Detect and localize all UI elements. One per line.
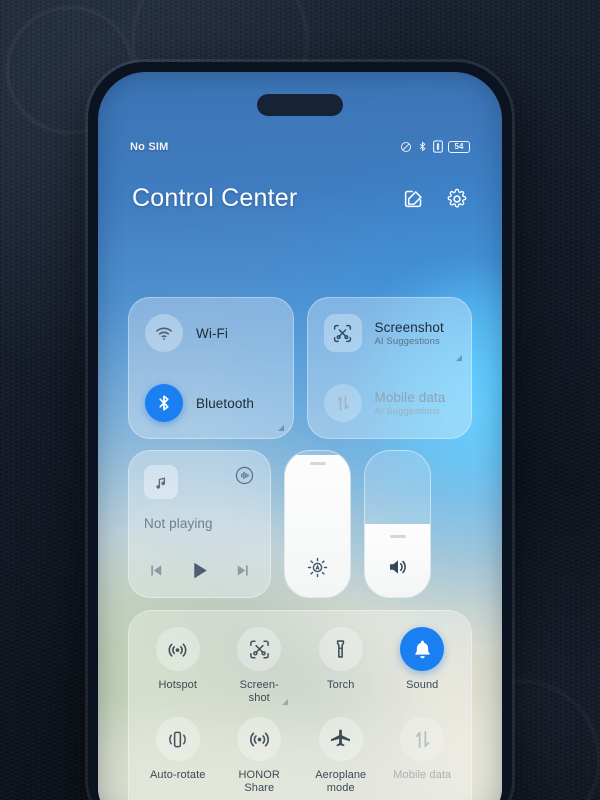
bluetooth-icon bbox=[145, 384, 183, 422]
aeroplane-icon bbox=[318, 717, 363, 761]
phone-screen: No SIM 54 Control Center Wi-Fi Bluetooth… bbox=[98, 72, 502, 800]
screenshot-icon bbox=[323, 314, 362, 352]
honor-share-icon bbox=[237, 717, 282, 761]
settings-icon[interactable] bbox=[446, 188, 468, 210]
toggle-honor-share[interactable]: HONOR Share bbox=[219, 717, 301, 799]
torch-icon bbox=[318, 627, 363, 671]
auto-rotate-icon bbox=[155, 717, 200, 761]
toggle-mobile-data[interactable]: Mobile data bbox=[382, 717, 464, 799]
expand-arrow-icon[interactable] bbox=[282, 699, 288, 705]
music-note-icon bbox=[144, 465, 178, 499]
connectivity-card-left: Wi-Fi Bluetooth bbox=[128, 297, 294, 439]
mobile-data-icon bbox=[400, 717, 445, 761]
phone-device: No SIM 54 Control Center Wi-Fi Bluetooth… bbox=[88, 62, 512, 800]
tile-screenshot-sublabel: AI Suggestions bbox=[374, 335, 440, 347]
quick-toggles-grid: Hotspot Screen- shot Torch Sound Auto-ro… bbox=[137, 627, 463, 799]
previous-track-icon[interactable] bbox=[147, 561, 166, 580]
connectivity-panel: Wi-Fi Bluetooth Screenshot AI Suggestion… bbox=[98, 297, 502, 439]
tile-wifi-text: Wi-Fi bbox=[196, 326, 228, 341]
play-icon[interactable] bbox=[187, 558, 212, 583]
toggle-screenshot-label: Screen- shot bbox=[239, 679, 279, 704]
tile-wifi-label: Wi-Fi bbox=[196, 325, 228, 341]
volume-slider[interactable] bbox=[364, 450, 431, 598]
status-icons: 54 bbox=[400, 140, 470, 153]
control-center-header: Control Center bbox=[98, 184, 502, 213]
tile-mobile-data-label: Mobile data bbox=[374, 389, 446, 405]
tile-mobile-data-sublabel: AI Suggestions bbox=[374, 405, 440, 417]
toggle-torch[interactable]: Torch bbox=[300, 627, 382, 709]
tile-wifi[interactable]: Wi-Fi bbox=[129, 298, 293, 368]
toggle-hotspot[interactable]: Hotspot bbox=[137, 627, 219, 709]
connectivity-card-right: Screenshot AI Suggestions Mobile data AI… bbox=[306, 297, 472, 439]
next-track-icon[interactable] bbox=[233, 561, 252, 580]
edit-icon[interactable] bbox=[403, 188, 424, 209]
toggle-torch-label: Torch bbox=[327, 679, 355, 691]
toggle-sound-label: Sound bbox=[406, 679, 439, 691]
quick-toggles-card: Hotspot Screen- shot Torch Sound Auto-ro… bbox=[128, 610, 472, 800]
carrier-label: No SIM bbox=[130, 140, 169, 153]
quick-toggles-panel: Hotspot Screen- shot Torch Sound Auto-ro… bbox=[98, 610, 502, 800]
toggle-auto-rotate[interactable]: Auto-rotate bbox=[137, 717, 219, 799]
toggle-hotspot-label: Hotspot bbox=[158, 679, 198, 691]
tile-bluetooth-text: Bluetooth bbox=[196, 396, 254, 411]
bell-icon bbox=[400, 627, 445, 671]
tile-screenshot[interactable]: Screenshot AI Suggestions bbox=[308, 298, 472, 368]
tile-screenshot-label: Screenshot bbox=[374, 319, 444, 335]
notch-cutout bbox=[257, 94, 343, 116]
tile-bluetooth-label: Bluetooth bbox=[196, 395, 254, 411]
hotspot-icon bbox=[155, 627, 200, 671]
mobile-data-icon bbox=[323, 384, 362, 422]
toggle-sound[interactable]: Sound bbox=[382, 627, 464, 709]
signal-icon bbox=[433, 140, 443, 153]
tile-mobile-data[interactable]: Mobile data AI Suggestions bbox=[308, 368, 472, 438]
brightness-slider-handle[interactable] bbox=[309, 462, 326, 465]
volume-icon bbox=[365, 555, 430, 579]
tile-screenshot-text: Screenshot AI Suggestions bbox=[375, 320, 444, 347]
expand-arrow-icon[interactable] bbox=[456, 355, 462, 361]
toggle-honor-share-label: HONOR Share bbox=[238, 769, 280, 794]
status-bar: No SIM 54 bbox=[98, 140, 502, 153]
page-title: Control Center bbox=[132, 184, 298, 212]
tile-bluetooth[interactable]: Bluetooth bbox=[129, 368, 293, 438]
toggle-auto-rotate-label: Auto-rotate bbox=[149, 769, 206, 781]
media-status-label: Not playing bbox=[144, 516, 213, 531]
wifi-icon bbox=[145, 314, 183, 352]
screenshot-icon bbox=[237, 627, 282, 671]
tile-mobile-data-text: Mobile data AI Suggestions bbox=[375, 390, 446, 417]
media-and-sliders-panel: Not playing bbox=[98, 450, 502, 598]
brightness-slider[interactable] bbox=[284, 450, 351, 598]
toggle-screenshot[interactable]: Screen- shot bbox=[219, 627, 301, 709]
toggle-mobile-data-label: Mobile data bbox=[393, 769, 452, 781]
volume-slider-handle[interactable] bbox=[389, 535, 406, 538]
connectivity-right-column: Screenshot AI Suggestions Mobile data AI… bbox=[306, 297, 472, 439]
expand-arrow-icon[interactable] bbox=[277, 425, 284, 431]
cast-audio-icon[interactable] bbox=[234, 465, 255, 491]
alarm-silent-icon bbox=[400, 141, 412, 153]
toggle-aeroplane-mode-label: Aeroplane mode bbox=[315, 769, 367, 794]
media-transport-controls bbox=[144, 558, 255, 585]
battery-indicator: 54 bbox=[448, 140, 470, 153]
toggle-aeroplane-mode[interactable]: Aeroplane mode bbox=[300, 717, 382, 799]
media-header bbox=[144, 465, 255, 499]
connectivity-left-column: Wi-Fi Bluetooth bbox=[128, 297, 294, 439]
header-actions bbox=[403, 188, 468, 210]
photo-scene: No SIM 54 Control Center Wi-Fi Bluetooth… bbox=[0, 0, 600, 800]
brightness-auto-icon bbox=[285, 556, 350, 579]
bluetooth-icon bbox=[417, 140, 428, 153]
media-player-card[interactable]: Not playing bbox=[128, 450, 271, 598]
